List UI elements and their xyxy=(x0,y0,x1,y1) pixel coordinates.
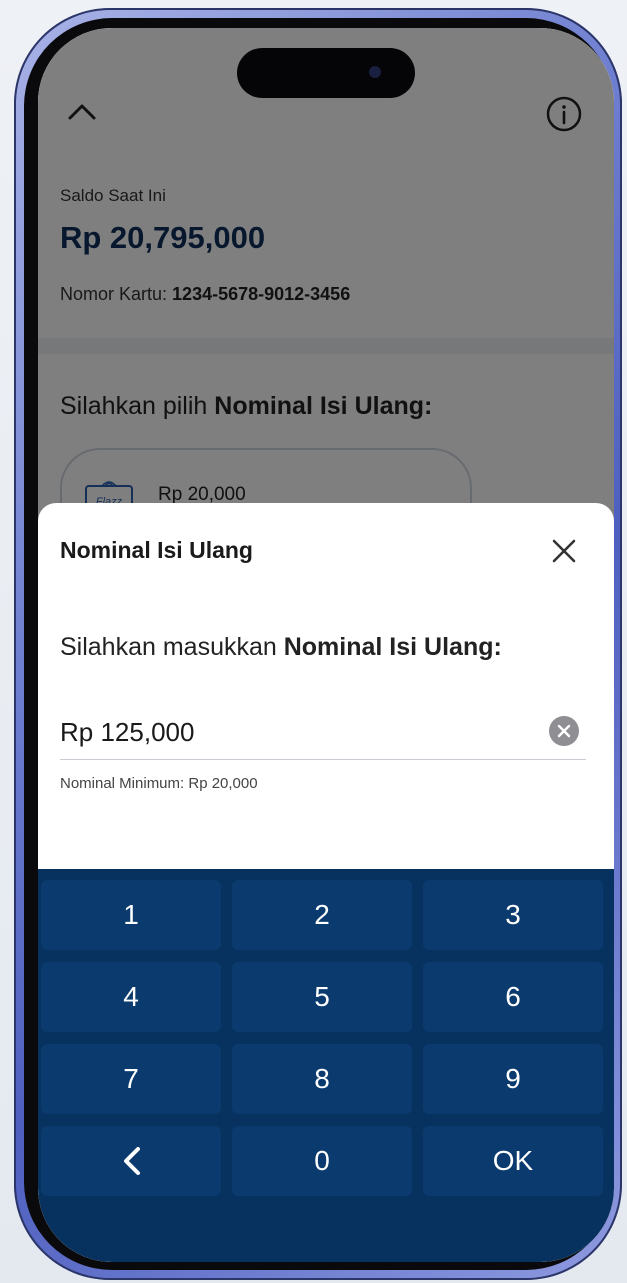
camera-lens xyxy=(369,66,381,78)
key-5[interactable]: 5 xyxy=(232,962,412,1032)
key-3[interactable]: 3 xyxy=(423,880,603,950)
close-icon[interactable] xyxy=(546,533,582,569)
stage: Saldo Saat Ini Rp 20,795,000 Nomor Kartu… xyxy=(0,0,627,1283)
minimum-hint: Nominal Minimum: Rp 20,000 xyxy=(60,775,258,792)
key-2[interactable]: 2 xyxy=(232,880,412,950)
key-9[interactable]: 9 xyxy=(423,1044,603,1114)
key-8[interactable]: 8 xyxy=(232,1044,412,1114)
key-1[interactable]: 1 xyxy=(41,880,221,950)
numeric-keypad: 1 2 3 4 5 6 7 8 9 0 OK xyxy=(38,869,614,1262)
key-ok[interactable]: OK xyxy=(423,1126,603,1196)
key-7[interactable]: 7 xyxy=(41,1044,221,1114)
sheet-instruction: Silahkan masukkan Nominal Isi Ulang: xyxy=(60,633,502,662)
clear-circle-icon[interactable] xyxy=(548,715,580,747)
key-6[interactable]: 6 xyxy=(423,962,603,1032)
phone-screen: Saldo Saat Ini Rp 20,795,000 Nomor Kartu… xyxy=(38,28,614,1262)
amount-input[interactable]: Rp 125,000 xyxy=(60,713,586,760)
instruction-prefix: Silahkan masukkan xyxy=(60,633,284,661)
backspace-chevron-icon xyxy=(124,1147,140,1175)
amount-value[interactable]: Rp 125,000 xyxy=(60,717,194,748)
camera-island xyxy=(237,48,415,98)
instruction-bold: Nominal Isi Ulang: xyxy=(283,633,502,661)
key-4[interactable]: 4 xyxy=(41,962,221,1032)
key-0[interactable]: 0 xyxy=(232,1126,412,1196)
key-back[interactable] xyxy=(41,1126,221,1196)
sheet-title: Nominal Isi Ulang xyxy=(60,537,253,563)
